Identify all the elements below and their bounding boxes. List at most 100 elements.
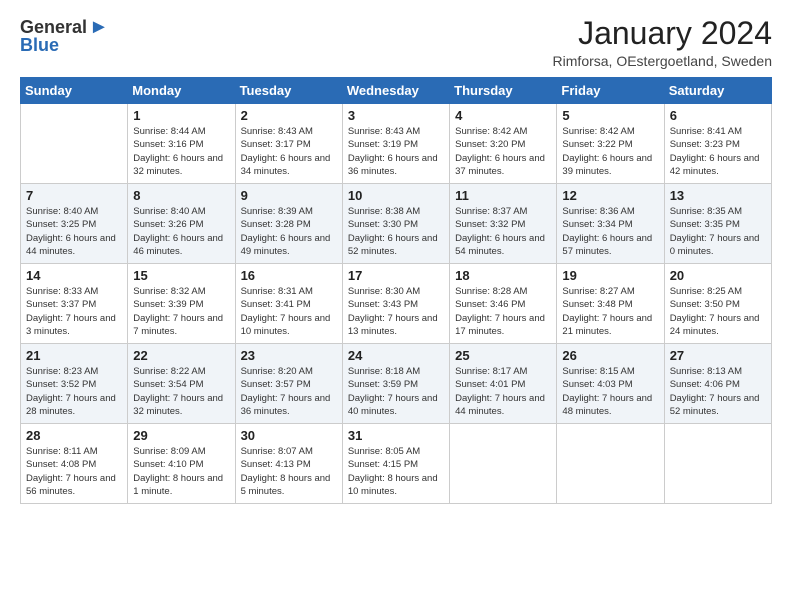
day-info: Sunrise: 8:40 AMSunset: 3:26 PMDaylight:… xyxy=(133,205,229,258)
day-info: Sunrise: 8:23 AMSunset: 3:52 PMDaylight:… xyxy=(26,365,122,418)
day-info: Sunrise: 8:35 AMSunset: 3:35 PMDaylight:… xyxy=(670,205,766,258)
calendar-week-row: 1 Sunrise: 8:44 AMSunset: 3:16 PMDaylight… xyxy=(21,104,772,184)
header-wednesday: Wednesday xyxy=(342,78,449,104)
day-number: 9 xyxy=(241,188,337,203)
day-number: 11 xyxy=(455,188,551,203)
day-number: 25 xyxy=(455,348,551,363)
day-number: 27 xyxy=(670,348,766,363)
day-number: 15 xyxy=(133,268,229,283)
calendar-cell: 16Sunrise: 8:31 AMSunset: 3:41 PMDayligh… xyxy=(235,264,342,344)
day-info: Sunrise: 8:07 AMSunset: 4:13 PMDaylight:… xyxy=(241,445,337,498)
calendar-cell: 1 Sunrise: 8:44 AMSunset: 3:16 PMDaylight… xyxy=(128,104,235,184)
page: General ► Blue January 2024 Rimforsa, OE… xyxy=(0,0,792,612)
title-block: January 2024 Rimforsa, OEstergoetland, S… xyxy=(553,16,772,69)
calendar-week-row: 21Sunrise: 8:23 AMSunset: 3:52 PMDayligh… xyxy=(21,344,772,424)
month-title: January 2024 xyxy=(553,16,772,51)
calendar-cell: 5Sunrise: 8:42 AMSunset: 3:22 PMDaylight… xyxy=(557,104,664,184)
day-info: Sunrise: 8:09 AMSunset: 4:10 PMDaylight:… xyxy=(133,445,229,498)
header-sunday: Sunday xyxy=(21,78,128,104)
day-number: 18 xyxy=(455,268,551,283)
calendar-cell: 29 Sunrise: 8:09 AMSunset: 4:10 PMDayligh… xyxy=(128,424,235,504)
day-number: 29 xyxy=(133,428,229,443)
header-thursday: Thursday xyxy=(450,78,557,104)
day-number: 1 xyxy=(133,108,229,123)
day-info: Sunrise: 8:27 AMSunset: 3:48 PMDaylight:… xyxy=(562,285,658,338)
day-number: 26 xyxy=(562,348,658,363)
day-info: Sunrise: 8:40 AMSunset: 3:25 PMDaylight:… xyxy=(26,205,122,258)
header-saturday: Saturday xyxy=(664,78,771,104)
calendar-week-row: 7 Sunrise: 8:40 AMSunset: 3:25 PMDaylight… xyxy=(21,184,772,264)
header-tuesday: Tuesday xyxy=(235,78,342,104)
day-info: Sunrise: 8:17 AMSunset: 4:01 PMDaylight:… xyxy=(455,365,551,418)
day-number: 16 xyxy=(241,268,337,283)
calendar-cell: 4 Sunrise: 8:42 AMSunset: 3:20 PMDaylight… xyxy=(450,104,557,184)
day-number: 28 xyxy=(26,428,122,443)
day-info: Sunrise: 8:20 AMSunset: 3:57 PMDaylight:… xyxy=(241,365,337,418)
calendar-cell: 31Sunrise: 8:05 AMSunset: 4:15 PMDayligh… xyxy=(342,424,449,504)
calendar-cell: 30Sunrise: 8:07 AMSunset: 4:13 PMDayligh… xyxy=(235,424,342,504)
calendar-cell: 11 Sunrise: 8:37 AMSunset: 3:32 PMDayligh… xyxy=(450,184,557,264)
calendar-cell: 3 Sunrise: 8:43 AMSunset: 3:19 PMDaylight… xyxy=(342,104,449,184)
day-number: 20 xyxy=(670,268,766,283)
calendar-cell: 22 Sunrise: 8:22 AMSunset: 3:54 PMDayligh… xyxy=(128,344,235,424)
calendar-week-row: 14 Sunrise: 8:33 AMSunset: 3:37 PMDayligh… xyxy=(21,264,772,344)
day-number: 23 xyxy=(241,348,337,363)
day-info: Sunrise: 8:37 AMSunset: 3:32 PMDaylight:… xyxy=(455,205,551,258)
day-number: 22 xyxy=(133,348,229,363)
day-info: Sunrise: 8:36 AMSunset: 3:34 PMDaylight:… xyxy=(562,205,658,258)
day-number: 8 xyxy=(133,188,229,203)
calendar-cell: 9Sunrise: 8:39 AMSunset: 3:28 PMDaylight… xyxy=(235,184,342,264)
day-info: Sunrise: 8:13 AMSunset: 4:06 PMDaylight:… xyxy=(670,365,766,418)
day-info: Sunrise: 8:22 AMSunset: 3:54 PMDaylight:… xyxy=(133,365,229,418)
day-info: Sunrise: 8:11 AMSunset: 4:08 PMDaylight:… xyxy=(26,445,122,498)
calendar-week-row: 28 Sunrise: 8:11 AMSunset: 4:08 PMDayligh… xyxy=(21,424,772,504)
calendar-cell xyxy=(664,424,771,504)
header-friday: Friday xyxy=(557,78,664,104)
logo-blue: Blue xyxy=(20,35,59,56)
day-number: 13 xyxy=(670,188,766,203)
day-info: Sunrise: 8:43 AMSunset: 3:19 PMDaylight:… xyxy=(348,125,444,178)
logo: General ► Blue xyxy=(20,16,109,56)
day-info: Sunrise: 8:33 AMSunset: 3:37 PMDaylight:… xyxy=(26,285,122,338)
calendar-cell: 10Sunrise: 8:38 AMSunset: 3:30 PMDayligh… xyxy=(342,184,449,264)
header-monday: Monday xyxy=(128,78,235,104)
calendar-cell: 27 Sunrise: 8:13 AMSunset: 4:06 PMDayligh… xyxy=(664,344,771,424)
day-number: 14 xyxy=(26,268,122,283)
calendar-cell xyxy=(450,424,557,504)
day-number: 6 xyxy=(670,108,766,123)
day-info: Sunrise: 8:25 AMSunset: 3:50 PMDaylight:… xyxy=(670,285,766,338)
logo-bird-icon: ► xyxy=(89,16,109,39)
day-number: 7 xyxy=(26,188,122,203)
day-info: Sunrise: 8:32 AMSunset: 3:39 PMDaylight:… xyxy=(133,285,229,338)
calendar-cell: 24Sunrise: 8:18 AMSunset: 3:59 PMDayligh… xyxy=(342,344,449,424)
calendar-cell: 12Sunrise: 8:36 AMSunset: 3:34 PMDayligh… xyxy=(557,184,664,264)
calendar-cell xyxy=(21,104,128,184)
day-number: 3 xyxy=(348,108,444,123)
day-number: 2 xyxy=(241,108,337,123)
day-info: Sunrise: 8:44 AMSunset: 3:16 PMDaylight:… xyxy=(133,125,229,178)
day-number: 10 xyxy=(348,188,444,203)
day-number: 31 xyxy=(348,428,444,443)
weekday-header-row: Sunday Monday Tuesday Wednesday Thursday… xyxy=(21,78,772,104)
day-info: Sunrise: 8:28 AMSunset: 3:46 PMDaylight:… xyxy=(455,285,551,338)
day-number: 19 xyxy=(562,268,658,283)
calendar-cell: 25 Sunrise: 8:17 AMSunset: 4:01 PMDayligh… xyxy=(450,344,557,424)
calendar-cell: 26 Sunrise: 8:15 AMSunset: 4:03 PMDayligh… xyxy=(557,344,664,424)
day-info: Sunrise: 8:18 AMSunset: 3:59 PMDaylight:… xyxy=(348,365,444,418)
day-info: Sunrise: 8:42 AMSunset: 3:20 PMDaylight:… xyxy=(455,125,551,178)
day-info: Sunrise: 8:41 AMSunset: 3:23 PMDaylight:… xyxy=(670,125,766,178)
calendar-cell: 20 Sunrise: 8:25 AMSunset: 3:50 PMDayligh… xyxy=(664,264,771,344)
day-number: 5 xyxy=(562,108,658,123)
day-info: Sunrise: 8:30 AMSunset: 3:43 PMDaylight:… xyxy=(348,285,444,338)
header: General ► Blue January 2024 Rimforsa, OE… xyxy=(20,16,772,69)
calendar-cell: 28 Sunrise: 8:11 AMSunset: 4:08 PMDayligh… xyxy=(21,424,128,504)
calendar-cell: 15 Sunrise: 8:32 AMSunset: 3:39 PMDayligh… xyxy=(128,264,235,344)
calendar-cell: 23 Sunrise: 8:20 AMSunset: 3:57 PMDayligh… xyxy=(235,344,342,424)
calendar-cell: 19 Sunrise: 8:27 AMSunset: 3:48 PMDayligh… xyxy=(557,264,664,344)
day-number: 4 xyxy=(455,108,551,123)
calendar-cell xyxy=(557,424,664,504)
day-info: Sunrise: 8:15 AMSunset: 4:03 PMDaylight:… xyxy=(562,365,658,418)
day-info: Sunrise: 8:43 AMSunset: 3:17 PMDaylight:… xyxy=(241,125,337,178)
calendar-cell: 13 Sunrise: 8:35 AMSunset: 3:35 PMDayligh… xyxy=(664,184,771,264)
calendar-cell: 17Sunrise: 8:30 AMSunset: 3:43 PMDayligh… xyxy=(342,264,449,344)
